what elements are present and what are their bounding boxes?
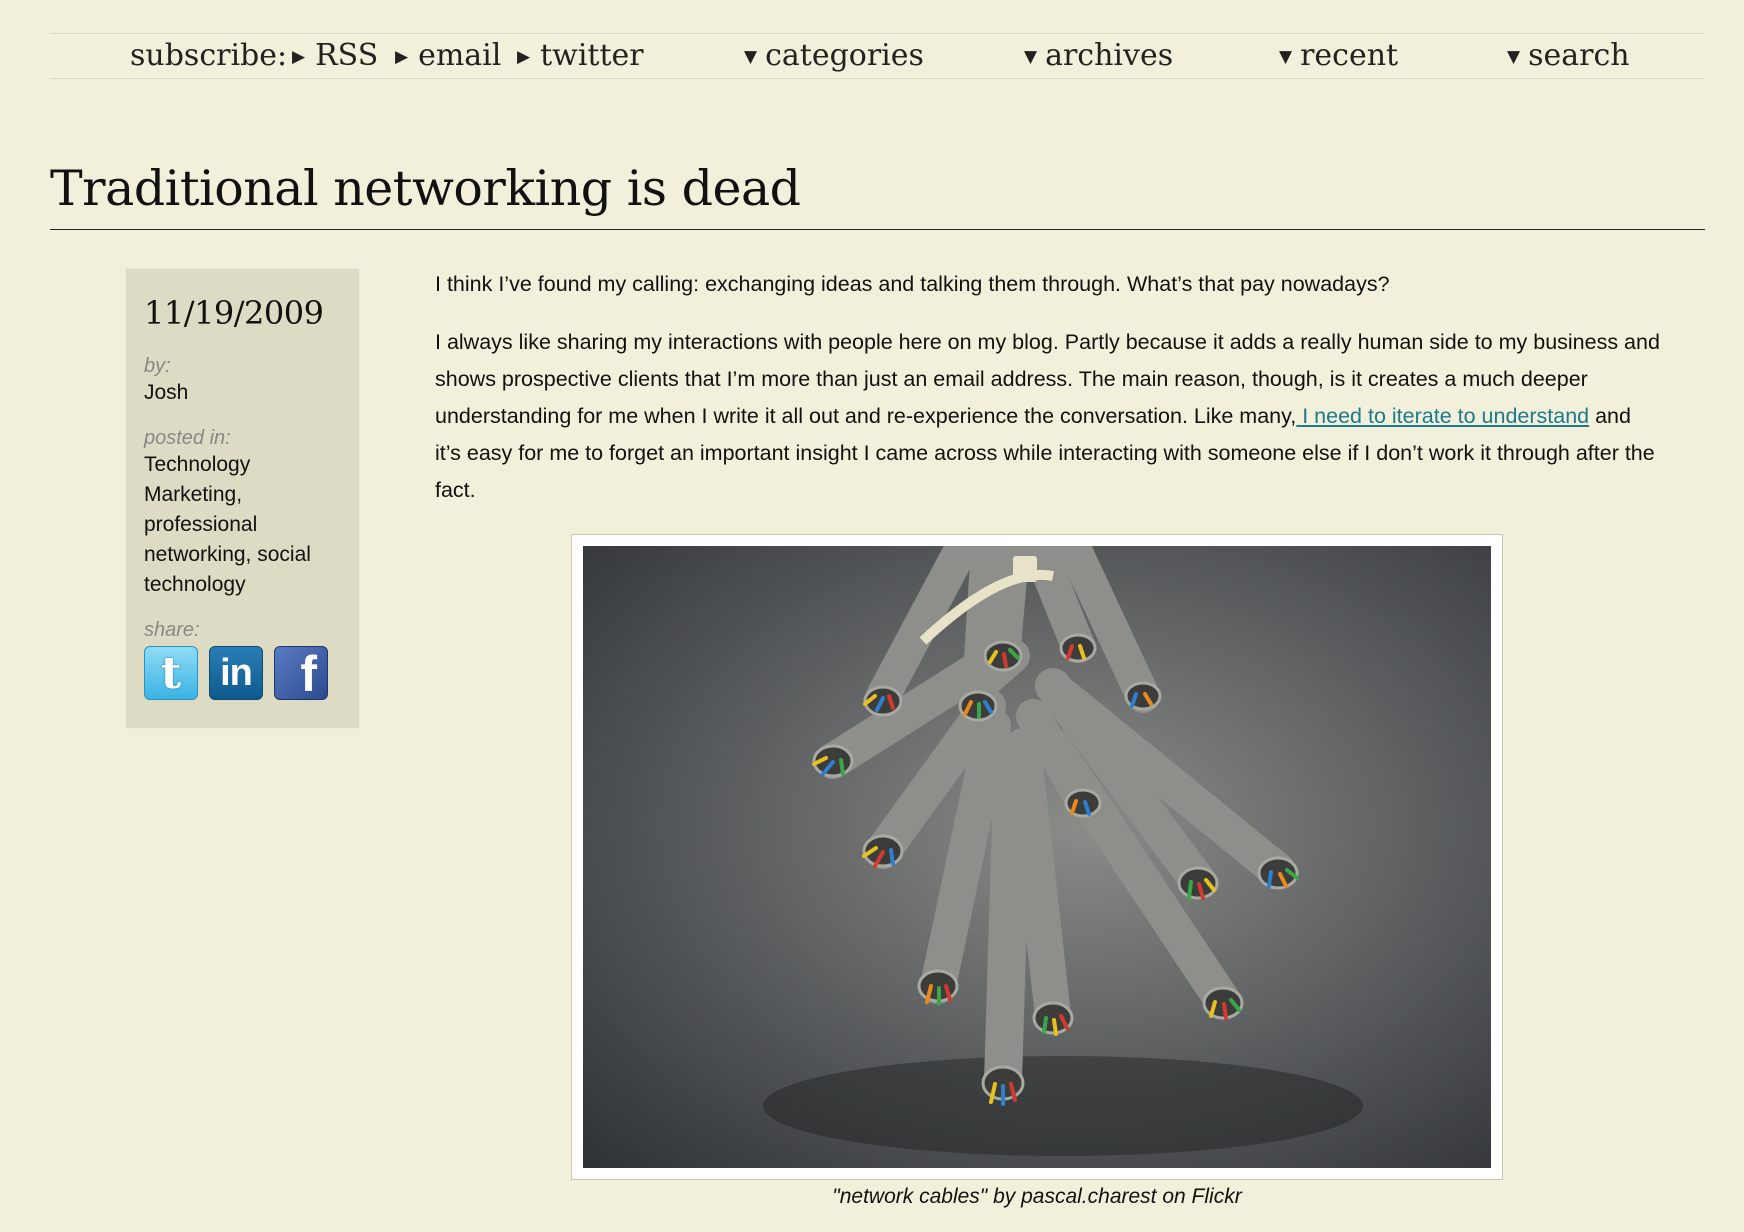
posted-in-label: posted in: — [144, 427, 231, 449]
triangle-down-icon: ▼ — [744, 47, 758, 67]
share-section: share: t in f — [144, 618, 342, 700]
by-label: by: — [144, 355, 171, 377]
twitter-link[interactable]: ▶ twitter — [517, 38, 644, 75]
network-cables-photo — [583, 546, 1491, 1168]
recent-menu[interactable]: ▼ recent — [1279, 38, 1398, 75]
post-categories: Technology Marketing, professional netwo… — [144, 453, 311, 596]
paragraph-1: I think I’ve found my calling: exchangin… — [435, 272, 1390, 296]
facebook-icon[interactable]: f — [274, 646, 328, 700]
triangle-down-icon: ▼ — [1279, 47, 1293, 67]
post-title: Traditional networking is dead — [50, 160, 801, 217]
search-menu[interactable]: ▼ search — [1507, 38, 1630, 75]
archives-menu[interactable]: ▼ archives — [1024, 38, 1173, 75]
email-link[interactable]: ▶ email — [395, 38, 501, 75]
categories-section: posted in: Technology Marketing, profess… — [144, 426, 342, 600]
triangle-down-icon: ▼ — [1507, 47, 1521, 67]
triangle-down-icon: ▼ — [1024, 47, 1038, 67]
triangle-right-icon: ▶ — [292, 47, 306, 67]
post-body: I think I’ve found my calling: exchangin… — [435, 266, 1660, 530]
post-meta-box: 11/19/2009 by: Josh posted in: Technolog… — [125, 268, 360, 729]
triangle-right-icon: ▶ — [395, 47, 409, 67]
twitter-icon[interactable]: t — [144, 646, 198, 700]
top-navigation: subscribe: ▶ RSS ▶ email ▶ twitter ▼ categor… — [50, 33, 1705, 79]
author-name: Josh — [144, 381, 189, 404]
post-date: 11/19/2009 — [144, 294, 324, 332]
rss-link[interactable]: ▶ RSS — [292, 38, 378, 75]
iterate-to-understand-link[interactable]: I need to iterate to understand — [1296, 404, 1589, 428]
share-label: share: — [144, 619, 200, 641]
subscribe-label: subscribe: — [130, 38, 288, 73]
title-divider — [50, 229, 1705, 230]
triangle-right-icon: ▶ — [517, 47, 531, 67]
linkedin-icon[interactable]: in — [209, 646, 263, 700]
post-image-frame — [571, 534, 1503, 1180]
categories-menu[interactable]: ▼ categories — [744, 38, 924, 75]
image-caption: "network cables" by pascal.charest on Fl… — [832, 1185, 1242, 1208]
author-section: by: Josh — [144, 354, 342, 408]
paragraph-2: I always like sharing my interactions wi… — [435, 324, 1660, 509]
